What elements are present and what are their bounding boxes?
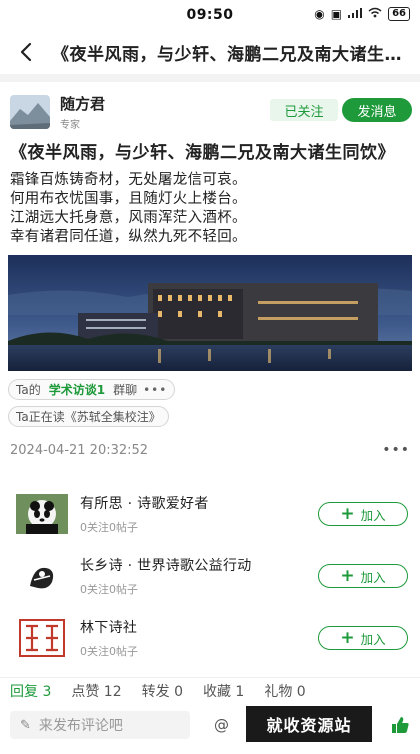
page-title: 《夜半风雨，与少轩、海鹏二兄及南大诸生同饮》	[52, 44, 402, 65]
join-button[interactable]: + 加入	[318, 564, 408, 588]
group-avatar	[16, 618, 68, 658]
poem-line: 霜锋百炼铸奇材，无处屠龙信可哀。	[10, 172, 247, 188]
group-name: 长乡诗 · 世界诗歌公益行动	[80, 558, 252, 574]
author-row: 随方君 专家 已关注 发消息	[0, 82, 420, 134]
tab-shares[interactable]: 转发 0	[142, 681, 183, 701]
group-avatar	[16, 494, 68, 534]
follow-button[interactable]: 已关注	[270, 99, 338, 121]
group-item[interactable]: 有所思 · 诗歌爱好者 0关注0帖子 + 加入	[0, 485, 420, 543]
status-bar: 09:50 ◉ ▣ 66	[0, 0, 420, 30]
chip-suffix: 群聊	[113, 383, 138, 397]
poem-line: 何用布衣忧国事，且随灯火上楼台。	[10, 191, 247, 207]
nfc-icon: ▣	[330, 7, 343, 21]
comment-placeholder: 来发布评论吧	[38, 718, 123, 734]
wifi-icon	[368, 7, 382, 21]
eye-icon: ◉	[314, 7, 325, 21]
join-label: 加入	[360, 569, 386, 585]
post-photo[interactable]	[8, 255, 412, 371]
tab-gifts[interactable]: 礼物 0	[264, 681, 305, 701]
join-label: 加入	[360, 631, 386, 647]
group-name: 林下诗社	[80, 620, 138, 636]
plus-icon: +	[340, 565, 355, 586]
tab-favorites[interactable]: 收藏 1	[203, 681, 244, 701]
watermark: 就收资源站	[246, 706, 372, 742]
group-item[interactable]: 长乡诗 · 世界诗歌公益行动 0关注0帖子 + 加入	[0, 547, 420, 605]
mention-icon[interactable]: @	[214, 716, 229, 734]
more-options-icon[interactable]: •••	[382, 442, 410, 458]
post-date: 2024-04-21 20:32:52	[10, 442, 149, 458]
poem-line: 江湖远大托身意，风雨浑茫入酒杯。	[10, 210, 247, 226]
status-icons: ◉ ▣ 66	[314, 7, 410, 21]
group-avatar	[16, 556, 68, 596]
join-button[interactable]: + 加入	[318, 626, 408, 650]
back-arrow-icon[interactable]	[14, 40, 38, 64]
reading-text: Ta正在读《苏轼全集校注》	[16, 410, 161, 424]
group-stats: 0关注0帖子	[80, 645, 138, 658]
avatar[interactable]	[10, 95, 50, 129]
group-stats: 0关注0帖子	[80, 583, 138, 596]
chip-group-name: 学术访谈1	[48, 383, 106, 397]
plus-icon: +	[340, 627, 355, 648]
group-name: 有所思 · 诗歌爱好者	[80, 496, 209, 512]
post-title: 《夜半风雨，与少轩、海鹏二兄及南大诸生同饮》	[10, 143, 395, 163]
chips: Ta的 学术访谈1 群聊 ••• Ta正在读《苏轼全集校注》	[0, 371, 420, 433]
divider	[0, 74, 420, 82]
tab-replies[interactable]: 回复 3	[10, 681, 51, 701]
chip-prefix: Ta的	[16, 383, 41, 397]
group-stats: 0关注0帖子	[80, 521, 138, 534]
stats-bar: 回复 3 点赞 12 转发 0 收藏 1 礼物 0	[0, 677, 420, 703]
comment-input[interactable]: ✎ 来发布评论吧	[10, 711, 190, 739]
date-row: 2024-04-21 20:32:52 •••	[0, 433, 420, 459]
signal-icon	[348, 7, 363, 21]
group-chat-chip[interactable]: Ta的 学术访谈1 群聊 •••	[8, 379, 176, 400]
poem-body: 霜锋百炼铸奇材，无处屠龙信可哀。 何用布衣忧国事，且随灯火上楼台。 江湖远大托身…	[0, 169, 420, 247]
join-button[interactable]: + 加入	[318, 502, 408, 526]
tab-likes[interactable]: 点赞 12	[71, 681, 121, 701]
comment-bar: ✎ 来发布评论吧 @ 就收资源站	[0, 706, 420, 744]
pen-icon: ✎	[20, 717, 31, 733]
thumbs-up-icon[interactable]	[390, 715, 410, 739]
group-item[interactable]: 林下诗社 0关注0帖子 + 加入	[0, 609, 420, 667]
more-icon: •••	[143, 382, 168, 397]
message-button[interactable]: 发消息	[342, 98, 412, 122]
plus-icon: +	[340, 503, 355, 524]
battery-icon: 66	[388, 7, 410, 21]
reading-chip[interactable]: Ta正在读《苏轼全集校注》	[8, 406, 169, 427]
nav-bar: 《夜半风雨，与少轩、海鹏二兄及南大诸生同饮》	[0, 30, 420, 74]
poem-line: 幸有诸君同任道，纵然九死不轻回。	[10, 229, 247, 245]
join-label: 加入	[360, 507, 386, 523]
author-name[interactable]: 随方君	[60, 93, 105, 114]
author-role: 专家	[60, 120, 80, 131]
status-time: 09:50	[186, 7, 234, 23]
